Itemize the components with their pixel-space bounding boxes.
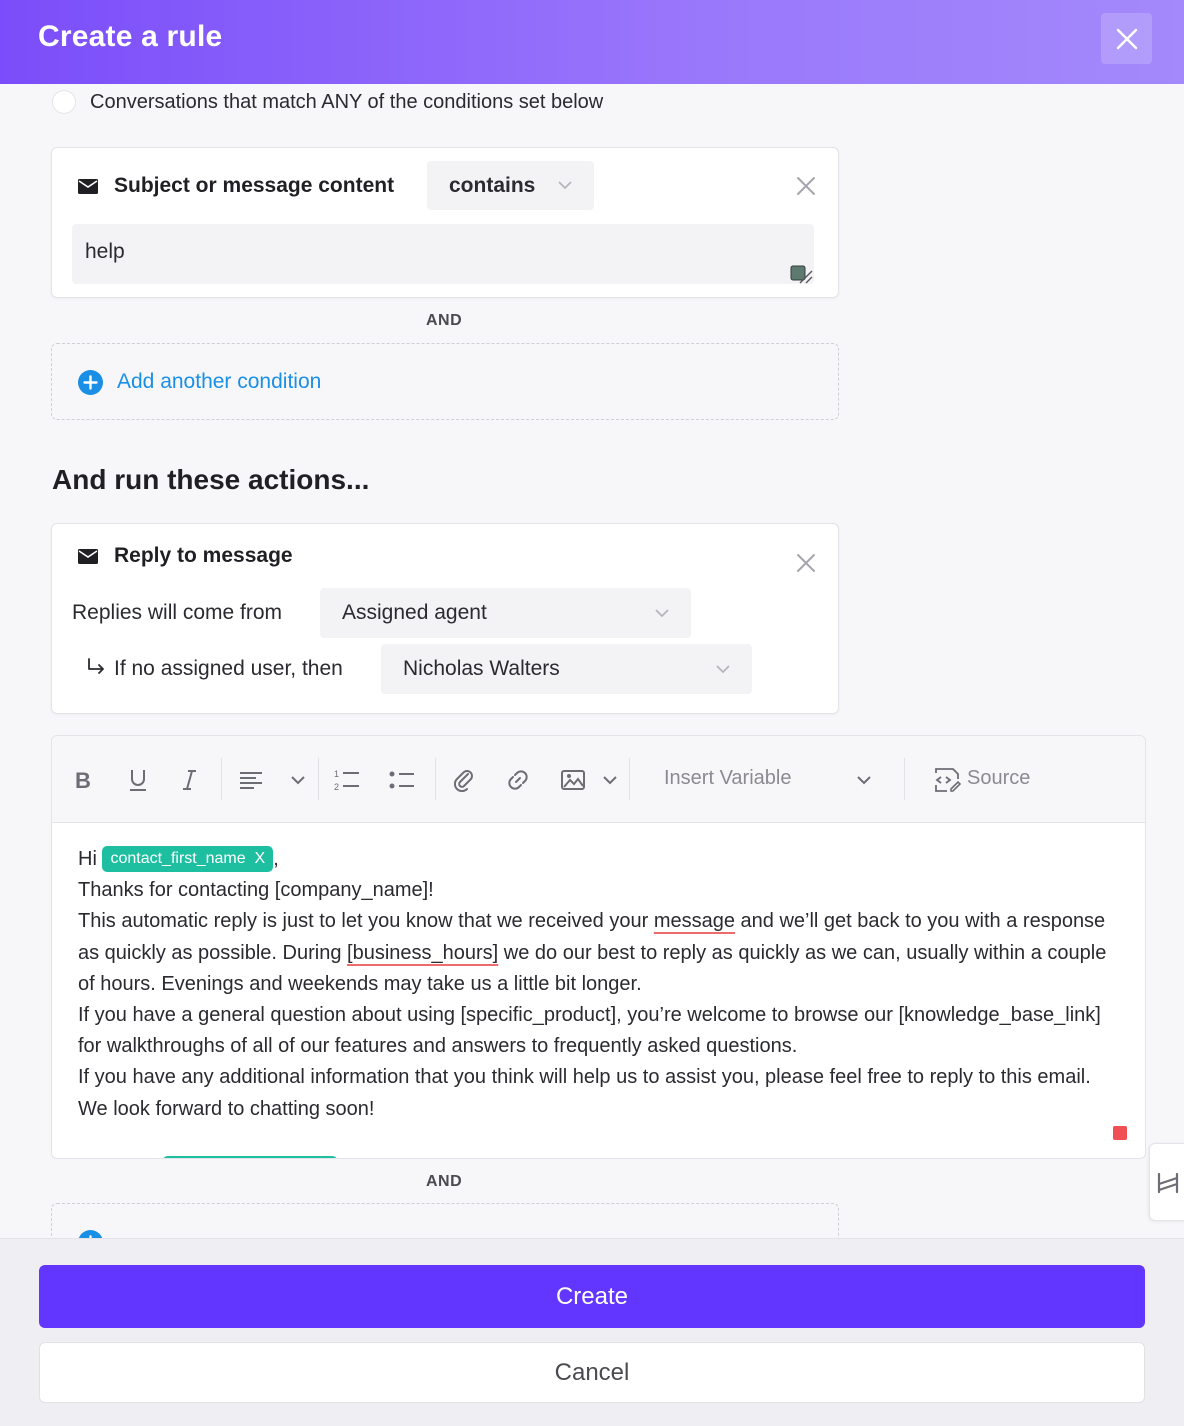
variable-chip-peek [162, 1156, 338, 1158]
remove-action-icon[interactable] [795, 552, 817, 574]
greeting-text: Hi [78, 848, 97, 870]
chevron-down-icon [291, 776, 305, 785]
bold-button[interactable]: B [70, 766, 98, 794]
fallback-user-select[interactable]: Nicholas Walters [381, 644, 752, 694]
italic-button[interactable] [176, 766, 204, 794]
replies-from-label: Replies will come from [72, 601, 283, 624]
condition-field-label: Subject or message content [114, 174, 395, 197]
reply-action-title: Reply to message [114, 544, 293, 567]
condition-card: Subject or message content contains help [51, 147, 839, 298]
close-modal-button[interactable] [1101, 13, 1152, 64]
insert-variable-dropdown[interactable]: Insert Variable [664, 767, 791, 790]
toolbar-divider [318, 758, 319, 800]
body-line-thanks: Thanks for contacting [company_name]! [78, 879, 434, 902]
modal-title: Create a rule [38, 20, 223, 53]
ordered-list-icon: 12 [334, 769, 359, 792]
bullet-list-button[interactable] [387, 766, 417, 794]
image-button[interactable] [558, 766, 588, 794]
link-button[interactable] [504, 766, 532, 794]
svg-text:B: B [75, 769, 91, 791]
auto-reply-text-a: This automatic reply is just to let you … [78, 910, 654, 933]
editor-content[interactable]: Hi contact_first_name X, Thanks for cont… [78, 844, 1128, 1125]
chevron-down-icon [655, 609, 669, 618]
remove-condition-icon[interactable] [795, 175, 817, 197]
condition-value-text: help [85, 240, 125, 263]
actions-heading: And run these actions... [52, 464, 370, 495]
bold-icon: B [75, 769, 91, 791]
and-separator: AND [426, 312, 463, 329]
chevron-down-icon [603, 776, 617, 785]
close-icon [1116, 28, 1137, 49]
match-any-option[interactable]: Conversations that match ANY of the cond… [52, 90, 603, 114]
return-arrow-icon [88, 658, 104, 674]
greeting-line: Hi contact_first_name X, [78, 844, 1128, 875]
grammar-indicator-icon[interactable] [1113, 1126, 1127, 1140]
side-widget-tab[interactable] [1149, 1143, 1184, 1221]
match-any-radio[interactable] [52, 90, 76, 114]
toolbar-divider [904, 758, 905, 800]
underline-icon [130, 770, 146, 791]
toolbar-divider [629, 758, 630, 800]
align-dropdown-button[interactable] [288, 766, 308, 794]
condition-operator-select[interactable]: contains [427, 161, 594, 210]
reply-editor: B 12 Insert Variable Source Hi contact_f… [51, 735, 1146, 1159]
fallback-user-value: Nicholas Walters [403, 657, 560, 680]
variable-chip-label: contact_first_name [110, 850, 246, 867]
and-separator-actions: AND [426, 1173, 463, 1190]
align-button[interactable] [236, 766, 266, 794]
condition-value-input[interactable]: help [72, 224, 814, 284]
attach-button[interactable] [450, 766, 478, 794]
reply-action-card: Reply to message Replies will come from … [51, 523, 839, 714]
paperclip-icon [453, 770, 473, 792]
align-left-icon [240, 772, 262, 789]
envelope-icon [78, 179, 98, 194]
svg-text:1: 1 [334, 769, 339, 779]
body-paragraph-additional-info: If you have any additional information t… [78, 1066, 1091, 1089]
editor-toolbar: B 12 Insert Variable Source [52, 736, 1145, 823]
variable-chip-remove[interactable]: X [255, 850, 266, 867]
body-paragraph-auto-reply: This automatic reply is just to let you … [78, 906, 1128, 1000]
create-button[interactable]: Create [39, 1265, 1145, 1328]
envelope-icon [78, 549, 98, 564]
greeting-comma: , [273, 848, 279, 870]
match-any-label: Conversations that match ANY of the cond… [90, 90, 604, 113]
source-button[interactable]: Source [967, 767, 1030, 790]
body-paragraph-general-question: If you have a general question about usi… [78, 1004, 1101, 1058]
misspelled-word: message [653, 910, 735, 933]
widget-logo-icon [1157, 1172, 1179, 1194]
cancel-button[interactable]: Cancel [39, 1342, 1145, 1403]
toolbar-divider [435, 758, 436, 800]
underline-button[interactable] [124, 766, 152, 794]
chevron-down-icon [716, 665, 730, 674]
plus-circle-icon [78, 370, 103, 395]
chevron-down-icon [857, 776, 871, 785]
svg-text:2: 2 [334, 782, 339, 792]
replies-from-value: Assigned agent [342, 601, 487, 624]
misspelled-variable: [business_hours] [347, 941, 499, 964]
condition-operator-value: contains [449, 173, 536, 197]
image-dropdown-button[interactable] [600, 766, 620, 794]
resize-handle-icon[interactable] [782, 264, 814, 284]
add-condition-link[interactable]: Add another condition [117, 370, 321, 394]
ordered-list-button[interactable]: 12 [332, 766, 362, 794]
italic-icon [183, 770, 196, 790]
toolbar-divider [221, 758, 222, 800]
source-code-icon [935, 768, 961, 792]
image-icon [561, 770, 585, 790]
variable-chip[interactable]: contact_first_name X [102, 846, 274, 872]
replies-from-select[interactable]: Assigned agent [320, 588, 691, 638]
body-line-closing: We look forward to chatting soon! [78, 1097, 375, 1120]
modal-header: Create a rule [0, 0, 1184, 84]
insert-variable-chevron[interactable] [854, 766, 874, 794]
link-icon [508, 770, 528, 790]
fallback-label: If no assigned user, then [114, 657, 343, 680]
chevron-down-icon [558, 181, 572, 190]
add-condition-area[interactable]: Add another condition [51, 343, 839, 420]
source-code-icon-wrap[interactable] [932, 766, 962, 794]
bullet-list-icon [389, 771, 414, 789]
modal-footer: Create Cancel [0, 1238, 1184, 1426]
